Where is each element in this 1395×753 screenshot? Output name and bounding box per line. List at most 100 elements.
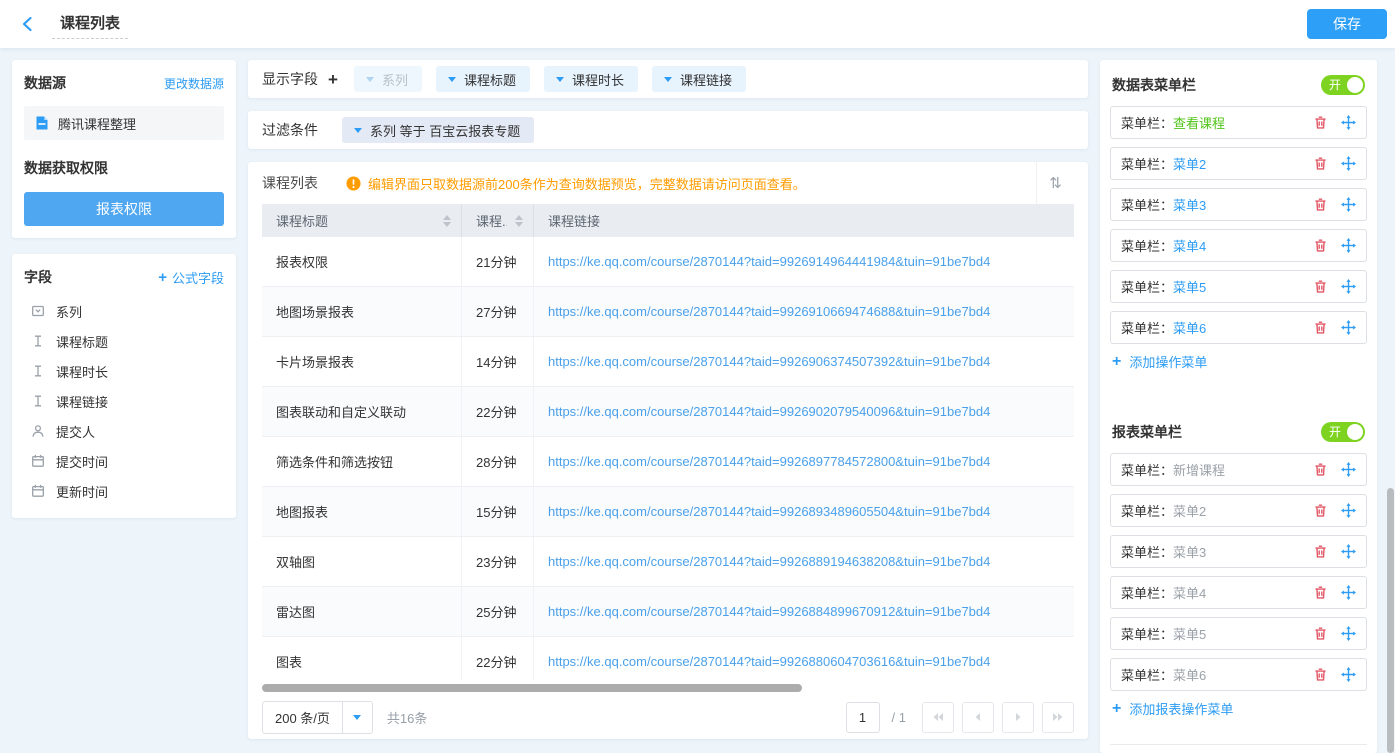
- menu-item[interactable]: 菜单栏： 菜单2: [1110, 494, 1367, 527]
- course-link[interactable]: https://ke.qq.com/course/2870144?taid=99…: [548, 504, 990, 519]
- display-field-chips: 系列 课程标题 课程时长 课程链接: [354, 66, 746, 92]
- save-button[interactable]: 保存: [1307, 9, 1387, 39]
- last-page-button[interactable]: [1042, 702, 1074, 733]
- display-field-chip[interactable]: 课程时长: [544, 66, 638, 92]
- report-menu-toggle[interactable]: 开: [1321, 422, 1365, 442]
- move-icon[interactable]: [1341, 238, 1356, 253]
- menu-item[interactable]: 菜单栏： 菜单5: [1110, 617, 1367, 650]
- move-icon[interactable]: [1341, 320, 1356, 335]
- menu-item[interactable]: 菜单栏： 菜单5: [1110, 270, 1367, 303]
- field-item[interactable]: 更新时间: [24, 476, 224, 506]
- field-item[interactable]: 课程链接: [24, 386, 224, 416]
- field-label: 提交时间: [56, 452, 108, 471]
- course-link[interactable]: https://ke.qq.com/course/2870144?taid=99…: [548, 604, 990, 619]
- sort-toggle-button[interactable]: ⇅: [1036, 162, 1074, 204]
- move-icon[interactable]: [1341, 279, 1356, 294]
- menu-item[interactable]: 菜单栏： 查看课程: [1110, 106, 1367, 139]
- page-size-select[interactable]: 200 条/页: [262, 701, 373, 734]
- sort-arrows-icon[interactable]: [435, 215, 451, 227]
- chevron-down-icon: [366, 77, 374, 82]
- move-icon[interactable]: [1341, 197, 1356, 212]
- file-icon: [34, 115, 50, 131]
- delete-icon[interactable]: [1313, 544, 1328, 559]
- chevron-down-icon[interactable]: [342, 702, 372, 733]
- select-field-icon: [30, 303, 46, 319]
- course-title-cell: 双轴图: [262, 537, 462, 586]
- move-icon[interactable]: [1341, 626, 1356, 641]
- course-duration-cell: 25分钟: [462, 587, 534, 636]
- menu-item[interactable]: 菜单栏： 菜单3: [1110, 188, 1367, 221]
- delete-icon[interactable]: [1313, 503, 1328, 518]
- horizontal-scrollbar[interactable]: [262, 684, 802, 692]
- display-field-chip[interactable]: 课程标题: [436, 66, 530, 92]
- first-page-button[interactable]: [922, 702, 954, 733]
- field-item[interactable]: 系列: [24, 296, 224, 326]
- add-datatable-menu-link[interactable]: + 添加操作菜单: [1110, 352, 1367, 371]
- report-permission-button[interactable]: 报表权限: [24, 192, 224, 226]
- menu-item[interactable]: 菜单栏： 菜单6: [1110, 311, 1367, 344]
- course-link[interactable]: https://ke.qq.com/course/2870144?taid=99…: [548, 404, 990, 419]
- field-item[interactable]: 课程标题: [24, 326, 224, 356]
- back-button[interactable]: [16, 12, 40, 36]
- datatable-menu-toggle[interactable]: 开: [1321, 75, 1365, 95]
- menu-item[interactable]: 菜单栏： 菜单4: [1110, 229, 1367, 262]
- course-link[interactable]: https://ke.qq.com/course/2870144?taid=99…: [548, 654, 990, 669]
- page-title[interactable]: 课程列表: [52, 10, 128, 39]
- course-link[interactable]: https://ke.qq.com/course/2870144?taid=99…: [548, 354, 990, 369]
- course-link[interactable]: https://ke.qq.com/course/2870144?taid=99…: [548, 254, 990, 269]
- move-icon[interactable]: [1341, 585, 1356, 600]
- course-title-cell: 地图场景报表: [262, 287, 462, 336]
- move-icon[interactable]: [1341, 503, 1356, 518]
- add-report-menu-link[interactable]: + 添加报表操作菜单: [1110, 699, 1367, 718]
- datasource-item[interactable]: 腾讯课程整理: [24, 106, 224, 140]
- course-link[interactable]: https://ke.qq.com/course/2870144?taid=99…: [548, 554, 990, 569]
- field-item[interactable]: 提交时间: [24, 446, 224, 476]
- column-header[interactable]: 课程链接: [534, 204, 1074, 237]
- delete-icon[interactable]: [1313, 462, 1328, 477]
- menu-item[interactable]: 菜单栏： 新增课程: [1110, 453, 1367, 486]
- person-field-icon: [30, 423, 46, 439]
- menu-item[interactable]: 菜单栏： 菜单3: [1110, 535, 1367, 568]
- datatable-menu-title: 数据表菜单栏: [1112, 75, 1196, 95]
- fields-section-title: 字段: [24, 267, 52, 287]
- move-icon[interactable]: [1341, 115, 1356, 130]
- display-field-chip[interactable]: 课程链接: [652, 66, 746, 92]
- course-link[interactable]: https://ke.qq.com/course/2870144?taid=99…: [548, 304, 990, 319]
- move-icon[interactable]: [1341, 544, 1356, 559]
- menu-item[interactable]: 菜单栏： 菜单2: [1110, 147, 1367, 180]
- display-field-chip[interactable]: 系列: [354, 66, 422, 92]
- delete-icon[interactable]: [1313, 626, 1328, 641]
- change-datasource-link[interactable]: 更改数据源: [164, 75, 224, 92]
- field-item[interactable]: 课程时长: [24, 356, 224, 386]
- delete-icon[interactable]: [1313, 197, 1328, 212]
- course-duration-cell: 27分钟: [462, 287, 534, 336]
- menu-item[interactable]: 菜单栏： 菜单4: [1110, 576, 1367, 609]
- total-count: 共16条: [387, 708, 427, 727]
- move-icon[interactable]: [1341, 156, 1356, 171]
- add-formula-field-link[interactable]: + 公式字段: [158, 268, 224, 287]
- delete-icon[interactable]: [1313, 115, 1328, 130]
- page-input[interactable]: [846, 702, 880, 733]
- table-title-row: 课程列表 编辑界面只取数据源前200条作为查询数据预览，完整数据请访问页面查看。…: [262, 162, 1074, 204]
- field-label: 提交人: [56, 422, 95, 441]
- sort-arrows-icon[interactable]: [507, 215, 523, 227]
- move-icon[interactable]: [1341, 667, 1356, 682]
- column-header[interactable]: 课程...: [462, 204, 534, 237]
- filter-condition-chip[interactable]: 系列 等于 百宝云报表专题: [342, 117, 534, 143]
- delete-icon[interactable]: [1313, 667, 1328, 682]
- add-display-field-button[interactable]: +: [326, 71, 340, 88]
- column-header[interactable]: 课程标题: [262, 204, 462, 237]
- preview-notice: 编辑界面只取数据源前200条作为查询数据预览，完整数据请访问页面查看。: [346, 174, 806, 193]
- menu-item[interactable]: 菜单栏： 菜单6: [1110, 658, 1367, 691]
- prev-page-button[interactable]: [962, 702, 994, 733]
- move-icon[interactable]: [1341, 462, 1356, 477]
- field-item[interactable]: 提交人: [24, 416, 224, 446]
- delete-icon[interactable]: [1313, 279, 1328, 294]
- next-page-button[interactable]: [1002, 702, 1034, 733]
- delete-icon[interactable]: [1313, 238, 1328, 253]
- course-link[interactable]: https://ke.qq.com/course/2870144?taid=99…: [548, 454, 990, 469]
- delete-icon[interactable]: [1313, 585, 1328, 600]
- vertical-scrollbar[interactable]: [1387, 488, 1394, 753]
- delete-icon[interactable]: [1313, 320, 1328, 335]
- delete-icon[interactable]: [1313, 156, 1328, 171]
